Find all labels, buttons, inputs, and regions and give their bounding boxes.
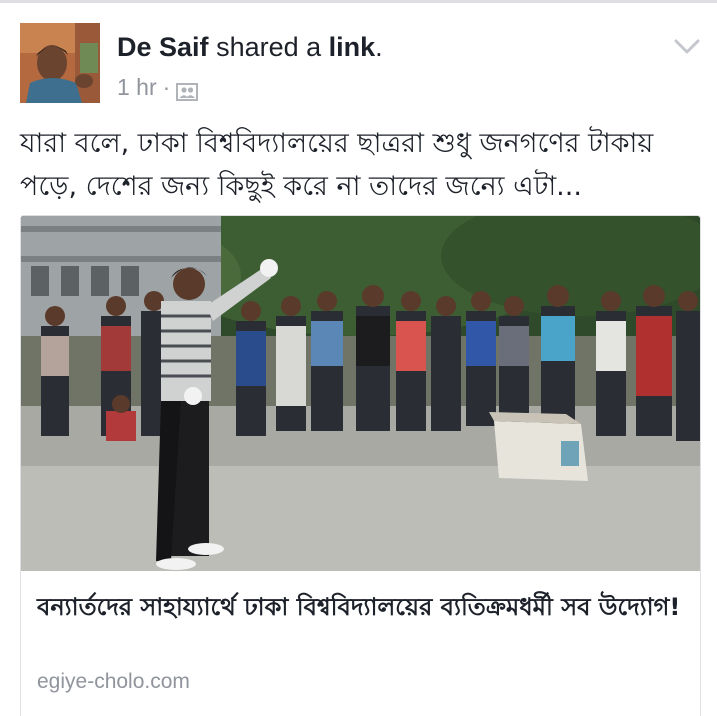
friends-icon[interactable] <box>176 78 199 101</box>
avatar[interactable] <box>20 23 100 103</box>
header-period: . <box>375 32 383 62</box>
post-message: যারা বলে, ঢাকা বিশ্ববিদ্যালয়ের ছাত্ররা … <box>20 128 654 202</box>
post-header: De Saif shared a link. <box>117 29 383 65</box>
post-meta: 1 hr · <box>117 72 199 102</box>
author-name-link[interactable]: De Saif <box>117 32 209 62</box>
chevron-down-icon[interactable] <box>672 36 702 58</box>
meta-separator: · <box>162 74 171 100</box>
link-domain: egiye-cholo.com <box>37 670 190 693</box>
link-preview-card[interactable]: বন্যার্তদের সাহায্যার্থে ঢাকা বিশ্ববিদ্য… <box>20 215 701 716</box>
timestamp-link[interactable]: 1 hr <box>117 72 157 102</box>
header-action-text: shared a <box>216 32 322 62</box>
link-title[interactable]: বন্যার্তদের সাহায্যার্থে ঢাকা বিশ্ববিদ্য… <box>37 588 687 626</box>
shared-link-label[interactable]: link <box>329 32 376 62</box>
link-preview-image[interactable] <box>21 216 700 571</box>
top-divider <box>0 0 717 3</box>
